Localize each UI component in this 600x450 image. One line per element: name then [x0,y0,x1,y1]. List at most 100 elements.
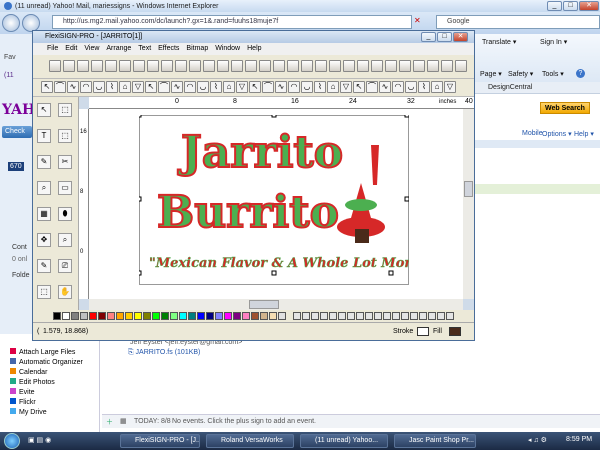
app-label[interactable]: Calendar [19,369,47,376]
shape-tool-icon[interactable]: ⌇ [314,81,326,93]
shape-tool-icon[interactable]: ⌂ [431,81,443,93]
palette-swatch[interactable] [206,312,214,320]
translate-button[interactable]: Translate ▾ [482,38,516,46]
fx-close-button[interactable]: ✕ [453,32,468,42]
design-line1[interactable]: Jarrito [176,126,344,179]
design-canvas[interactable]: Jarrito Burrito "Mexican Flavor & A Whol… [89,109,463,299]
palette-swatch[interactable] [71,312,79,320]
text-tool-icon[interactable]: T [37,129,51,143]
palette-gray-swatch[interactable] [437,312,445,320]
app-label[interactable]: My Drive [19,409,47,416]
toolbar-button-icon[interactable] [49,60,61,72]
shape-tool-icon[interactable]: ◠ [392,81,404,93]
app-item[interactable]: My Drive [10,408,47,416]
fill-swatch[interactable] [449,327,461,336]
menu-arrange[interactable]: Arrange [106,43,131,55]
shape-tool-icon[interactable]: ∿ [379,81,391,93]
toolbar-button-icon[interactable] [287,60,299,72]
web-search-button[interactable]: Web Search [540,102,590,114]
safety-menu[interactable]: Safety ▾ [508,70,533,78]
stop-icon[interactable]: ✕ [414,16,422,28]
toolbar-button-icon[interactable] [175,60,187,72]
shape-tool-icon[interactable]: ∿ [67,81,79,93]
app-label[interactable]: Automatic Organizer [19,359,83,366]
palette-swatch[interactable] [233,312,241,320]
shape-tool-icon[interactable]: ↖ [145,81,157,93]
menu-window[interactable]: Window [215,43,240,55]
app-item[interactable]: Calendar [10,368,47,376]
menu-effects[interactable]: Effects [158,43,179,55]
palette-swatch[interactable] [179,312,187,320]
app-label[interactable]: Evite [19,389,35,396]
task-paint-shop[interactable]: Jasc Paint Shop Pr... [394,434,476,448]
palette-swatch[interactable] [53,312,61,320]
toolbar-button-icon[interactable] [119,60,131,72]
toolbar-button-icon[interactable] [203,60,215,72]
toolbar-button-icon[interactable] [329,60,341,72]
minimize-button[interactable]: _ [547,1,562,11]
palette-gray-swatch[interactable] [374,312,382,320]
palette-swatch[interactable] [107,312,115,320]
crop-tool-icon[interactable]: ⬚ [37,285,51,299]
palette-gray-swatch[interactable] [428,312,436,320]
app-item[interactable]: Automatic Organizer [10,358,83,366]
sign-in-button[interactable]: Sign In ▾ [540,38,567,46]
menu-bitmap[interactable]: Bitmap [186,43,208,55]
palette-swatch[interactable] [269,312,277,320]
toolbar-button-icon[interactable] [245,60,257,72]
fx-maximize-button[interactable]: □ [437,32,452,42]
shape-tool-icon[interactable]: ↖ [353,81,365,93]
palette-swatch[interactable] [260,312,268,320]
options-link[interactable]: Options ▾ [542,130,572,138]
toolbar-button-icon[interactable] [301,60,313,72]
palette-gray-swatch[interactable] [347,312,355,320]
pencil-tool-icon[interactable]: ✎ [37,259,51,273]
shape-tool-icon[interactable]: ◡ [93,81,105,93]
toolbar-button-icon[interactable] [63,60,75,72]
palette-gray-swatch[interactable] [338,312,346,320]
help-link[interactable]: Help ▾ [574,130,594,138]
palette-gray-swatch[interactable] [392,312,400,320]
palette-gray-swatch[interactable] [446,312,454,320]
palette-gray-swatch[interactable] [365,312,373,320]
ellipse-tool-icon[interactable]: ⬮ [58,207,72,221]
toolbar-button-icon[interactable] [413,60,425,72]
fx-minimize-button[interactable]: _ [421,32,436,42]
toolbar-button-icon[interactable] [161,60,173,72]
shape-tool-icon[interactable]: ⌒ [262,81,274,93]
design-artwork[interactable]: Jarrito Burrito "Mexican Flavor & A Whol… [139,115,409,285]
toolbar-button-icon[interactable] [357,60,369,72]
quick-launch-icons[interactable]: ▣ ▤ ◉ [28,436,51,444]
shape-tool-icon[interactable]: ↖ [41,81,53,93]
menu-view[interactable]: View [84,43,99,55]
menu-file[interactable]: File [47,43,58,55]
menu-edit[interactable]: Edit [65,43,77,55]
shape-tool-icon[interactable]: ⌂ [119,81,131,93]
tray-icons[interactable]: ◂ ♫ ⚙ [528,436,547,444]
vertical-scroll-thumb[interactable] [464,181,473,197]
app-item[interactable]: Evite [10,388,35,396]
close-button[interactable]: ✕ [579,1,599,11]
palette-gray-swatch[interactable] [311,312,319,320]
shape-tool-icon[interactable]: ▽ [132,81,144,93]
shape-tool-icon[interactable]: ◠ [80,81,92,93]
pen-tool-icon[interactable]: ✎ [37,155,51,169]
toolbar-button-icon[interactable] [189,60,201,72]
shape-tool-icon[interactable]: ⌒ [366,81,378,93]
folders-fragment[interactable]: Folde [12,272,30,279]
task-versaworks[interactable]: Roland VersaWorks [206,434,294,448]
palette-swatch[interactable] [251,312,259,320]
shape-tool-icon[interactable]: ▽ [340,81,352,93]
rectangle-tool-icon[interactable]: ⬚ [58,129,72,143]
palette-gray-swatch[interactable] [320,312,328,320]
shape-tool-icon[interactable]: ⌂ [327,81,339,93]
stroke-swatch[interactable] [417,327,429,336]
palette-swatch[interactable] [188,312,196,320]
attachment-link[interactable]: ⎘ JARRITO.fs (101KB) [128,349,200,357]
shape-tool-icon[interactable]: ⌒ [54,81,66,93]
palette-swatch[interactable] [242,312,250,320]
help-icon[interactable]: ? [576,69,585,78]
toolbar-button-icon[interactable] [77,60,89,72]
palette-swatch[interactable] [143,312,151,320]
toolbar-button-icon[interactable] [315,60,327,72]
